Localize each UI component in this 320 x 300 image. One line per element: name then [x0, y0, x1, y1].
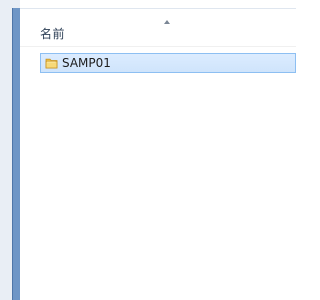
- file-name: SAMP01: [62, 56, 111, 70]
- file-list-pane[interactable]: 名前 SAMP01: [20, 8, 296, 300]
- file-explorer-window: 名前 SAMP01: [0, 0, 296, 300]
- sort-up-icon: [164, 20, 170, 24]
- column-header-name[interactable]: 名前: [40, 25, 65, 42]
- column-header-row: 名前: [20, 9, 296, 47]
- navigation-pane-edge[interactable]: [12, 8, 21, 300]
- file-row-samp01[interactable]: SAMP01: [40, 53, 296, 73]
- folder-icon: [45, 58, 58, 69]
